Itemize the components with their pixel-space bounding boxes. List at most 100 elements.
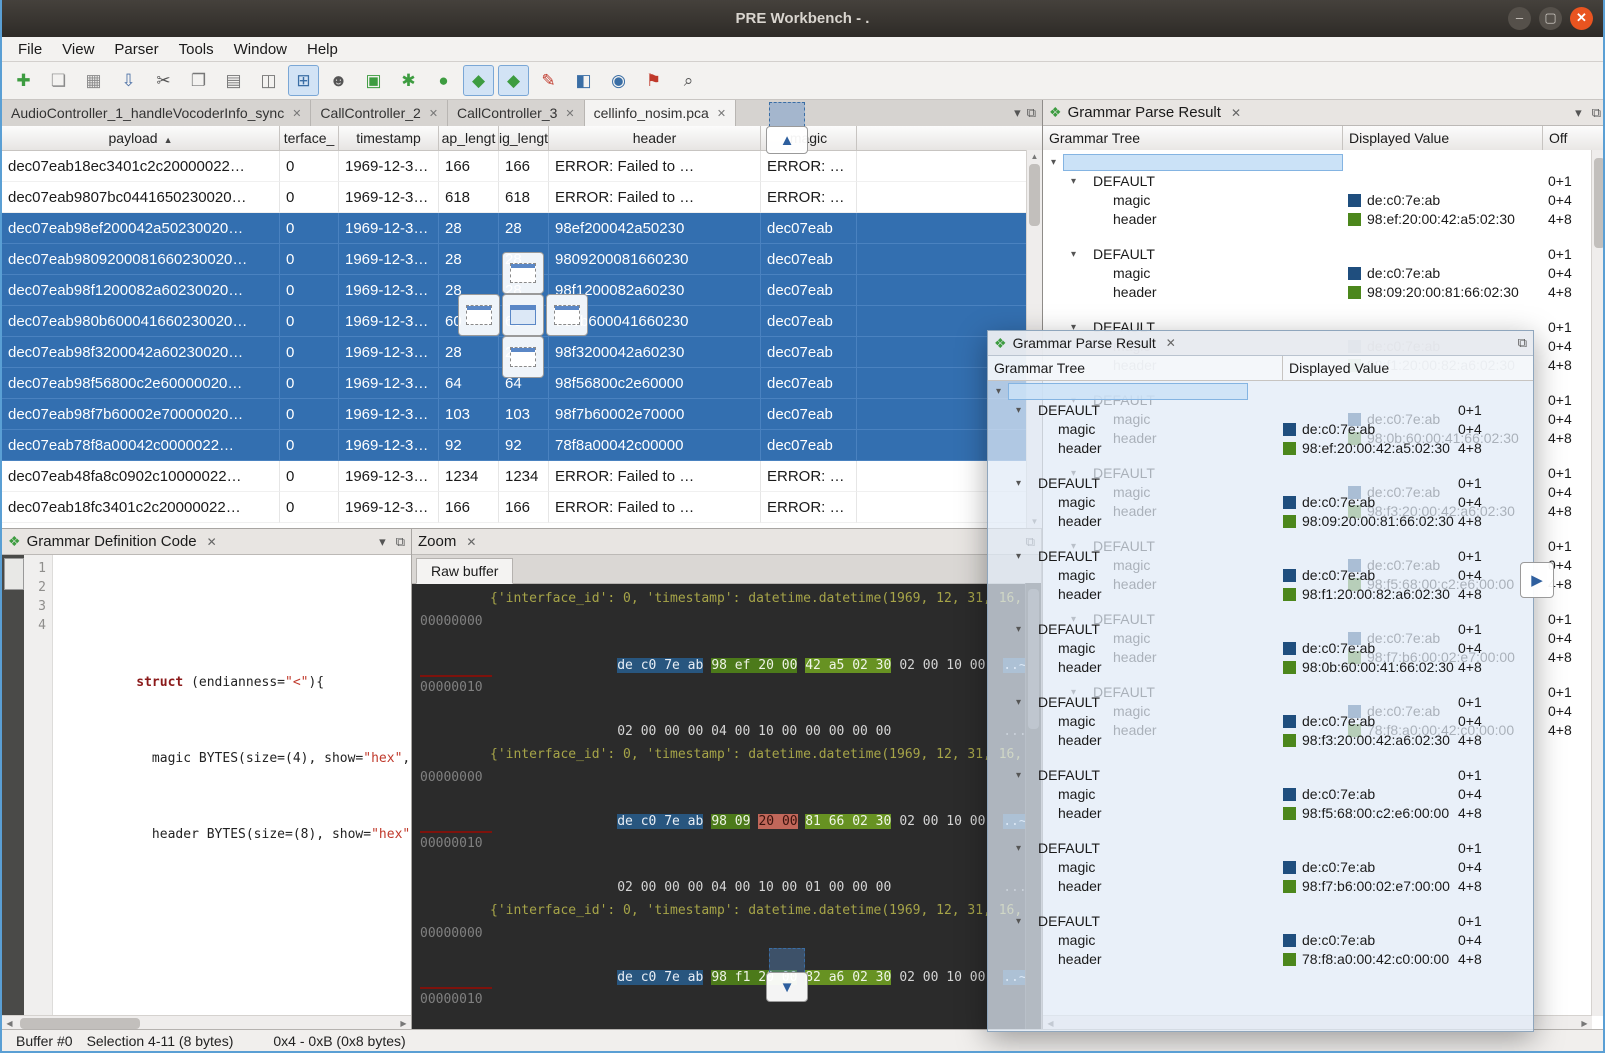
open-file-icon[interactable]: ❏ bbox=[43, 65, 74, 96]
tree-node-magic[interactable]: magic de:c0:7e:ab 0+4 bbox=[988, 712, 1533, 731]
tree-node-header[interactable]: header 98:ef:20:00:42:a5:02:30 4+8 bbox=[1043, 210, 1592, 229]
tree-node-magic[interactable]: magic de:c0:7e:ab 0+4 bbox=[988, 493, 1533, 512]
tab-float-icon[interactable]: ⧉ bbox=[1027, 105, 1036, 121]
tree-node-default[interactable]: ▾ DEFAULT 0+1 bbox=[988, 912, 1533, 931]
hex-row[interactable]: 00000010 02 00 00 00 04 00 10 00 00 00 0… bbox=[420, 989, 1026, 1031]
tree-node-default[interactable]: ▾ DEFAULT 0+1 bbox=[1043, 245, 1592, 264]
floating-window-dock-icon[interactable]: ⧉ bbox=[1518, 335, 1527, 351]
hex-row[interactable]: 00000010 02 00 00 00 04 00 10 00 00 00 0… bbox=[420, 677, 1026, 743]
tree-node-header[interactable]: header 98:f7:b6:00:02:e7:00:00 4+8 bbox=[988, 877, 1533, 896]
tree-root-row[interactable]: ▾ bbox=[1043, 153, 1592, 172]
column-displayed-value[interactable]: Displayed Value bbox=[1343, 126, 1543, 150]
tree-node-default[interactable]: ▾ DEFAULT 0+1 bbox=[1043, 172, 1592, 191]
packet-row[interactable]: dec07eab98f7b60002e70000020… 0 1969-12-3… bbox=[2, 399, 1027, 430]
column-displayed-value[interactable]: Displayed Value bbox=[1283, 356, 1533, 380]
maximize-button[interactable]: ▢ bbox=[1539, 7, 1562, 30]
tree-root-row[interactable]: ▾ bbox=[988, 382, 1533, 401]
document-tab[interactable]: CallController_2 ✕ bbox=[311, 100, 448, 126]
tree-vertical-scrollbar[interactable] bbox=[1591, 150, 1605, 1016]
minimize-button[interactable]: – bbox=[1508, 7, 1531, 30]
column-orig-length[interactable]: ig_lengt bbox=[499, 126, 549, 150]
dock-target-bottom[interactable] bbox=[502, 336, 544, 378]
hex-row[interactable]: 00000000 de c0 7e ab98 ef 20 00 42 a5 02… bbox=[420, 611, 1026, 677]
copy-icon[interactable]: ❐ bbox=[183, 65, 214, 96]
dock-target-center[interactable] bbox=[502, 294, 544, 336]
expander-icon[interactable]: ▾ bbox=[1051, 153, 1056, 172]
packet-row[interactable]: dec07eab18ec3401c2c20000022… 0 1969-12-3… bbox=[2, 151, 1027, 182]
document-tab[interactable]: AudioController_1_handleVocoderInfo_sync… bbox=[2, 100, 311, 126]
overview-ruler[interactable] bbox=[2, 555, 24, 1016]
panel-close-icon[interactable]: ✕ bbox=[207, 535, 217, 549]
packet-row[interactable]: dec07eab78f8a00042c0000022… 0 1969-12-3…… bbox=[2, 430, 1027, 461]
scroll-up-icon[interactable]: ▲ bbox=[1027, 152, 1042, 161]
run-parser-icon[interactable]: ☻ bbox=[323, 65, 354, 96]
panels-icon[interactable]: ◧ bbox=[568, 65, 599, 96]
column-timestamp[interactable]: timestamp bbox=[339, 126, 439, 150]
tree-node-header[interactable]: header 78:f8:a0:00:42:c0:00:00 4+8 bbox=[988, 950, 1533, 969]
tree-node-header[interactable]: header 98:f3:20:00:42:a6:02:30 4+8 bbox=[988, 731, 1533, 750]
dock-target-left[interactable] bbox=[458, 294, 500, 336]
tab-close-icon[interactable]: ✕ bbox=[565, 107, 574, 120]
tree-node-default[interactable]: ▾ DEFAULT 0+1 bbox=[988, 693, 1533, 712]
expander-icon[interactable]: ▾ bbox=[1016, 839, 1021, 858]
tree-node-default[interactable]: ▾ DEFAULT 0+1 bbox=[988, 839, 1533, 858]
close-button[interactable]: ✕ bbox=[1570, 7, 1593, 30]
scrollbar-thumb[interactable] bbox=[1029, 164, 1040, 226]
floating-window-titlebar[interactable]: ❖ Grammar Parse Result ✕ ⧉ bbox=[988, 331, 1533, 356]
floating-window-close-icon[interactable]: ✕ bbox=[1166, 336, 1176, 350]
tree-node-default[interactable]: ▾ DEFAULT 0+1 bbox=[988, 620, 1533, 639]
tree-node-default[interactable]: ▾ DEFAULT 0+1 bbox=[988, 547, 1533, 566]
tree-node-magic[interactable]: magic de:c0:7e:ab 0+4 bbox=[988, 931, 1533, 950]
column-payload[interactable]: payload▲ bbox=[2, 126, 280, 150]
tree-node-header[interactable]: header 98:09:20:00:81:66:02:30 4+8 bbox=[988, 512, 1533, 531]
web-icon[interactable]: ◉ bbox=[603, 65, 634, 96]
code-lines[interactable]: struct (endianness="<"){ magic BYTES(siz… bbox=[52, 555, 411, 1016]
menu-parser[interactable]: Parser bbox=[104, 39, 168, 60]
packet-row[interactable]: dec07eab18fc3401c2c20000022… 0 1969-12-3… bbox=[2, 492, 1027, 523]
debug-icon[interactable]: ✱ bbox=[393, 65, 424, 96]
tree-node-header[interactable]: header 98:f1:20:00:82:a6:02:30 4+8 bbox=[988, 585, 1533, 604]
tree-node-header[interactable]: header 98:0b:60:00:41:66:02:30 4+8 bbox=[988, 658, 1533, 677]
tree-node-magic[interactable]: magic de:c0:7e:ab 0+4 bbox=[988, 566, 1533, 585]
dock-indicator-top[interactable]: ▲ bbox=[766, 126, 808, 154]
column-header[interactable]: header bbox=[549, 126, 761, 150]
save-icon[interactable]: ▦ bbox=[78, 65, 109, 96]
dock-indicator-right[interactable]: ▶ bbox=[1520, 562, 1554, 598]
dock-indicator-bottom[interactable]: ▼ bbox=[766, 972, 808, 1002]
code-editor[interactable]: 1234 struct (endianness="<"){ magic BYTE… bbox=[2, 555, 411, 1016]
search-icon[interactable]: ⌕ bbox=[673, 65, 704, 96]
packet-row[interactable]: dec07eab9807bc0441650230020… 0 1969-12-3… bbox=[2, 182, 1027, 213]
hex-view[interactable]: {'interface_id': 0, 'timestamp': datetim… bbox=[412, 583, 1026, 1031]
column-interface[interactable]: terface_ bbox=[280, 126, 339, 150]
paste-icon[interactable]: ▤ bbox=[218, 65, 249, 96]
menu-help[interactable]: Help bbox=[297, 39, 348, 60]
dock-target-top[interactable] bbox=[502, 252, 544, 294]
cut-icon[interactable]: ✂ bbox=[148, 65, 179, 96]
menu-view[interactable]: View bbox=[52, 39, 104, 60]
pin-icon[interactable]: ⚑ bbox=[638, 65, 669, 96]
column-cap-length[interactable]: ap_lengt bbox=[439, 126, 499, 150]
panel-menu-icon[interactable]: ▾ bbox=[1575, 105, 1582, 121]
ruler-thumb[interactable] bbox=[4, 558, 24, 590]
menu-tools[interactable]: Tools bbox=[169, 39, 224, 60]
annotate-icon[interactable]: ✎ bbox=[533, 65, 564, 96]
column-grammar-tree[interactable]: Grammar Tree bbox=[988, 356, 1283, 380]
parse-buffer-icon[interactable]: ◆ bbox=[463, 65, 494, 96]
tab-raw-buffer[interactable]: Raw buffer bbox=[416, 558, 513, 584]
new-file-icon[interactable]: ✚ bbox=[8, 65, 39, 96]
tree-node-magic[interactable]: magic de:c0:7e:ab 0+4 bbox=[1043, 191, 1592, 210]
expander-icon[interactable]: ▾ bbox=[1016, 547, 1021, 566]
tree-node-default[interactable]: ▾ DEFAULT 0+1 bbox=[988, 401, 1533, 420]
packet-row[interactable]: dec07eab98ef200042a50230020… 0 1969-12-3… bbox=[2, 213, 1027, 244]
tree-node-magic[interactable]: magic de:c0:7e:ab 0+4 bbox=[988, 420, 1533, 439]
tab-close-icon[interactable]: ✕ bbox=[292, 107, 301, 120]
expander-icon[interactable]: ▾ bbox=[996, 382, 1001, 401]
export-icon[interactable]: ⇩ bbox=[113, 65, 144, 96]
play-icon[interactable]: ● bbox=[428, 65, 459, 96]
column-grammar-tree[interactable]: Grammar Tree bbox=[1043, 126, 1343, 150]
panel-float-icon[interactable]: ⧉ bbox=[1592, 105, 1601, 121]
expander-icon[interactable]: ▾ bbox=[1016, 693, 1021, 712]
selected-root-node[interactable] bbox=[1063, 154, 1343, 171]
tab-list-dropdown-icon[interactable]: ▾ bbox=[1014, 105, 1021, 121]
scrollbar-thumb[interactable] bbox=[1594, 158, 1605, 248]
